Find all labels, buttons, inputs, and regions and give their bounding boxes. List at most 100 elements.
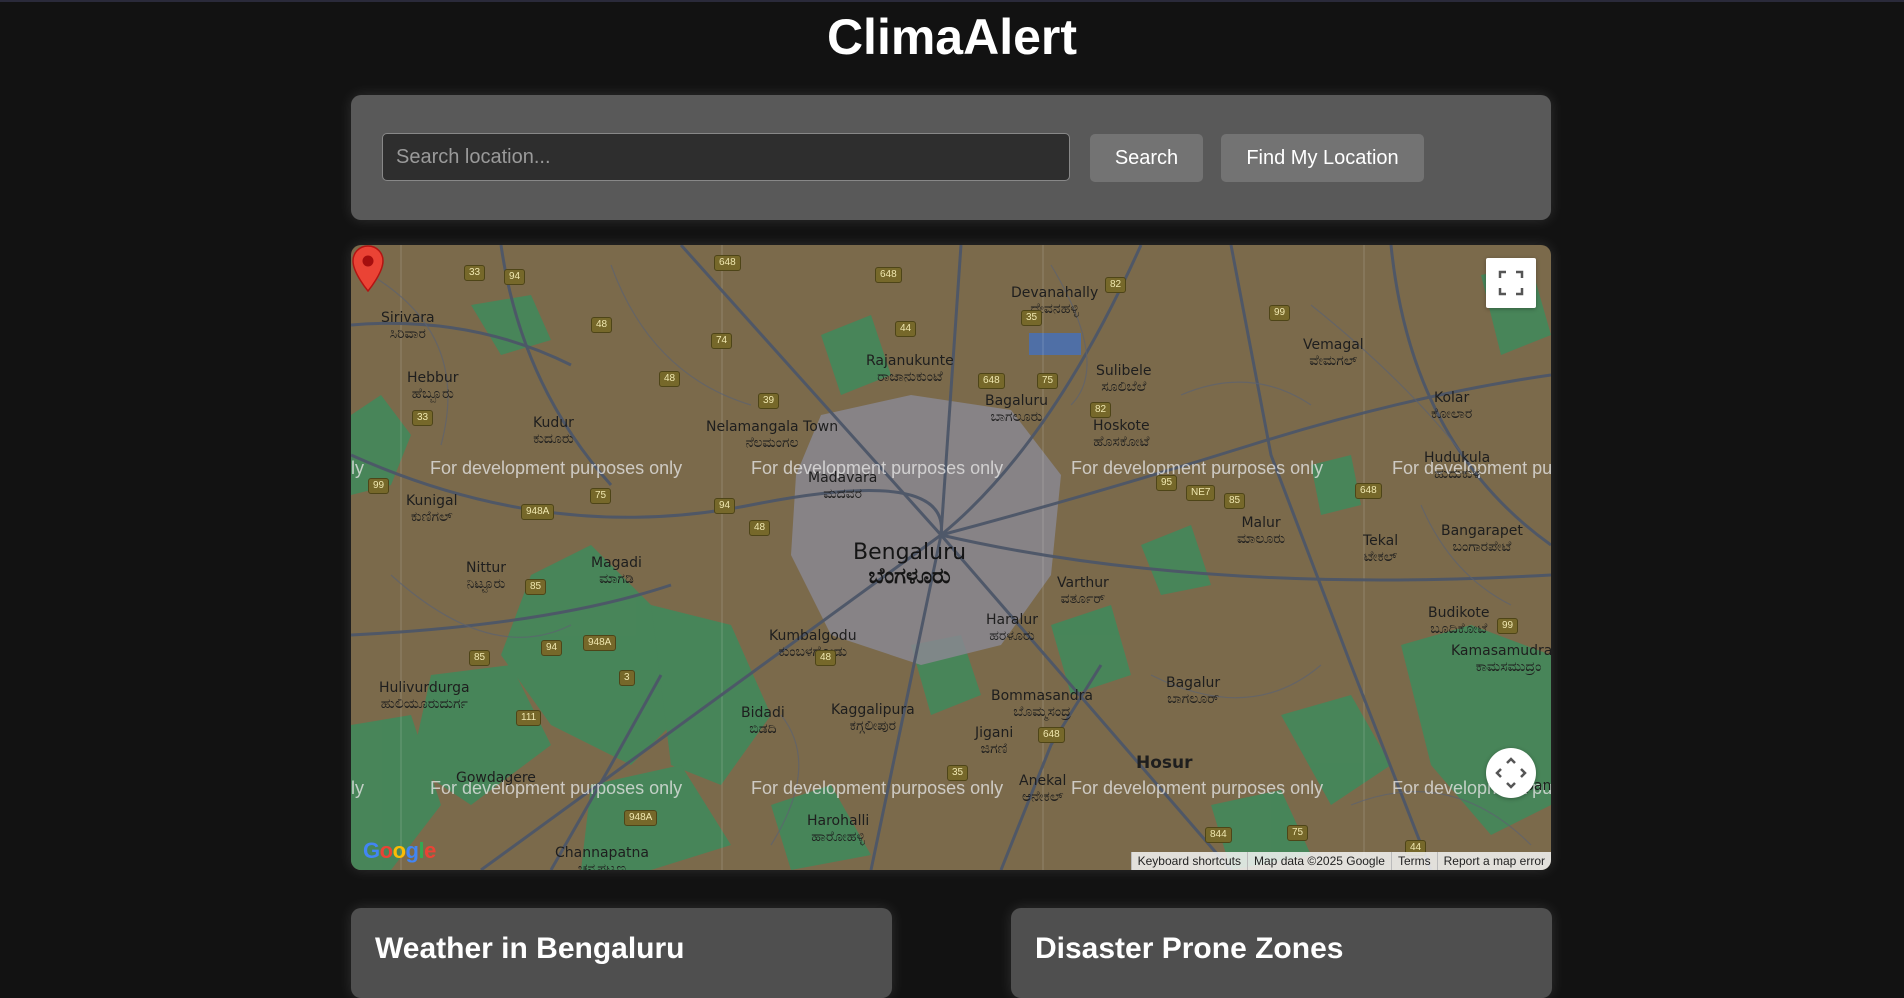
keyboard-shortcuts-link[interactable]: Keyboard shortcuts <box>1130 852 1248 870</box>
map-place-label: Varthur ವರ್ತೂರ್ <box>1057 575 1109 607</box>
map-attribution: Keyboard shortcuts Map data ©2025 Google… <box>1130 852 1551 870</box>
search-input[interactable] <box>382 133 1070 181</box>
dev-watermark: nly <box>351 778 365 798</box>
map-place-label: Budikote ಬೂದಿಕೋಟೆ <box>1428 605 1490 637</box>
search-button[interactable]: Search <box>1090 134 1203 182</box>
road-shield: 648 <box>714 255 741 271</box>
road-shield: 48 <box>659 371 681 387</box>
google-logo[interactable]: Google <box>363 838 436 864</box>
map-place-label: Vemagal ವೇಮಗಲ್ <box>1303 337 1364 369</box>
road-shield: 648 <box>978 373 1005 389</box>
road-shield: 48 <box>749 520 771 536</box>
terms-link[interactable]: Terms <box>1390 852 1437 870</box>
road-shield: 35 <box>1021 310 1043 326</box>
map-place-label: Rajanukunte ರಾಜಾನುಕುಂಟೆ <box>866 353 954 385</box>
road-shield: 94 <box>714 498 736 514</box>
map-place-label: Sulibele ಸೂಲಿಬೆಲೆ <box>1096 363 1152 395</box>
road-shield: 3 <box>619 670 635 686</box>
app-title: ClimaAlert <box>826 9 1078 65</box>
map-place-label: Bommasandra ಬೊಮ್ಮಸಂದ್ರ <box>991 688 1093 720</box>
map-place-label: Madavara ಮದವರ <box>808 470 878 502</box>
map-place-label: Anekal ಆನೇಕಲ್ <box>1019 773 1067 805</box>
map-place-label: Kolar ಕೋಲಾರ <box>1431 390 1473 422</box>
fullscreen-button[interactable] <box>1486 258 1536 308</box>
map-place-label: Jigani ಜಿಗಣಿ <box>975 725 1014 757</box>
find-my-location-button[interactable]: Find My Location <box>1221 134 1424 182</box>
dev-watermark: For development purposes only <box>1071 778 1324 798</box>
camera-control-button[interactable] <box>1486 748 1536 798</box>
map-place-label: Kamasamudramಕಾಮಸಮುದ್ರಂ <box>1451 643 1551 675</box>
map-city-label: Bengaluru ಬೆಂಗಳೂರು <box>853 540 967 589</box>
road-shield: 948A <box>624 810 658 826</box>
disaster-zones-card: Disaster Prone Zones <box>1011 908 1552 998</box>
road-shield: 75 <box>590 488 612 504</box>
road-shield: 75 <box>1287 825 1309 841</box>
map-place-label: Bagalur ಬಾಗಲೂರ್ <box>1166 675 1221 707</box>
map-place-label: Kumbalgodu ಕುಂಬಳಗೋಡು <box>769 628 857 660</box>
map-place-label: Hebbur ಹೆಬ್ಬೂರು <box>407 370 459 402</box>
camera-move-icon <box>1495 757 1527 789</box>
road-shield: 95 <box>1156 475 1178 491</box>
map-place-label: Channapatna ಚನ್ನಪಟ್ಟಣ <box>555 845 649 870</box>
window-top-border <box>0 0 1904 2</box>
road-shield: 39 <box>758 393 780 409</box>
dev-watermark: For development purposes only <box>1071 458 1324 478</box>
map-place-label: Hulivurdurga ಹುಲಿಯೂರುದುರ್ಗ <box>379 680 470 712</box>
road-shield: 48 <box>591 317 613 333</box>
weather-card-title: Weather in Bengaluru <box>375 932 685 965</box>
road-shield: 111 <box>516 710 542 726</box>
road-shield: 94 <box>541 640 563 656</box>
map-place-label: Tekal ಟೇಕಲ್ <box>1363 533 1399 565</box>
dev-watermark: nly <box>351 458 365 478</box>
map-place-label: Malur ಮಾಲೂರು <box>1237 515 1286 547</box>
fullscreen-icon <box>1498 270 1524 296</box>
road-shield: 844 <box>1205 827 1232 843</box>
map-place-label: Kaggalipura ಕಗ್ಗಲೀಪುರ <box>831 702 915 734</box>
road-shield: NE7 <box>1186 485 1216 501</box>
weather-card: Weather in Bengaluru <box>351 908 892 998</box>
road-shield: 648 <box>1355 483 1382 499</box>
road-shield: 94 <box>504 269 526 285</box>
road-shield: 648 <box>875 267 902 283</box>
road-shield: 74 <box>711 333 733 349</box>
road-shield: 948A <box>583 635 617 651</box>
map-place-label: Nelamangala Town ನೆಲಮಂಗಲ <box>706 419 839 451</box>
road-shield: 44 <box>895 321 917 337</box>
map-place-label: Hoskote ಹೊಸಕೋಟೆ <box>1093 418 1150 450</box>
road-shield: 99 <box>1269 305 1291 321</box>
map-place-label: Sirivara ಸಿರಿವಾರ <box>381 310 435 342</box>
dev-watermark: For development purposes only <box>430 458 683 478</box>
map-place-label: Magadi ಮಾಗಡಿ <box>591 555 642 587</box>
road-shield: 85 <box>1224 493 1246 509</box>
road-shield: 82 <box>1090 402 1112 418</box>
map-place-label: Nittur ನಿಟ್ಟೂರು <box>466 560 506 592</box>
road-shield: 99 <box>1497 618 1519 634</box>
map-place-label: Kunigal ಕುಣಿಗಲ್ <box>406 493 458 525</box>
disaster-zones-card-title: Disaster Prone Zones <box>1035 932 1344 965</box>
map-place-label: Bidadi ಬಿಡದಿ <box>741 705 785 737</box>
road-shield: 82 <box>1105 277 1127 293</box>
search-panel: Search Find My Location <box>351 95 1551 220</box>
road-shield: 75 <box>1037 373 1059 389</box>
road-shield: 99 <box>368 478 390 494</box>
road-shield: 85 <box>525 579 547 595</box>
map-place-label: Harohalli ಹಾರೋಹಳ್ಳಿ <box>807 813 870 845</box>
map-view[interactable]: nly For development purposes only For de… <box>351 245 1551 870</box>
map-place-label: Gowdagere <box>456 770 536 786</box>
dev-watermark: For development purposes only <box>751 778 1004 798</box>
road-shield: 35 <box>947 765 969 781</box>
map-place-label: Bagaluru ಬಾಗಲೂರು <box>985 393 1049 425</box>
map-place-label: Hudukula ಹುದುಕುಳ <box>1424 450 1491 482</box>
map-place-label: Hosur <box>1136 753 1193 773</box>
road-shield: 85 <box>469 650 491 666</box>
road-shield: 948A <box>521 504 555 520</box>
map-place-label: Kudur ಕುದೂರು <box>533 415 574 447</box>
map-data-text: Map data ©2025 Google <box>1247 852 1391 870</box>
report-map-error-link[interactable]: Report a map error <box>1436 852 1551 870</box>
road-shield: 33 <box>464 265 486 281</box>
road-shield: 33 <box>412 410 434 426</box>
location-pin-icon[interactable] <box>351 245 385 293</box>
road-shield: 648 <box>1038 727 1065 743</box>
road-shield: 48 <box>815 650 837 666</box>
map-place-label: Bangarapet ಬಂಗಾರಪೇಟೆ <box>1441 523 1523 555</box>
